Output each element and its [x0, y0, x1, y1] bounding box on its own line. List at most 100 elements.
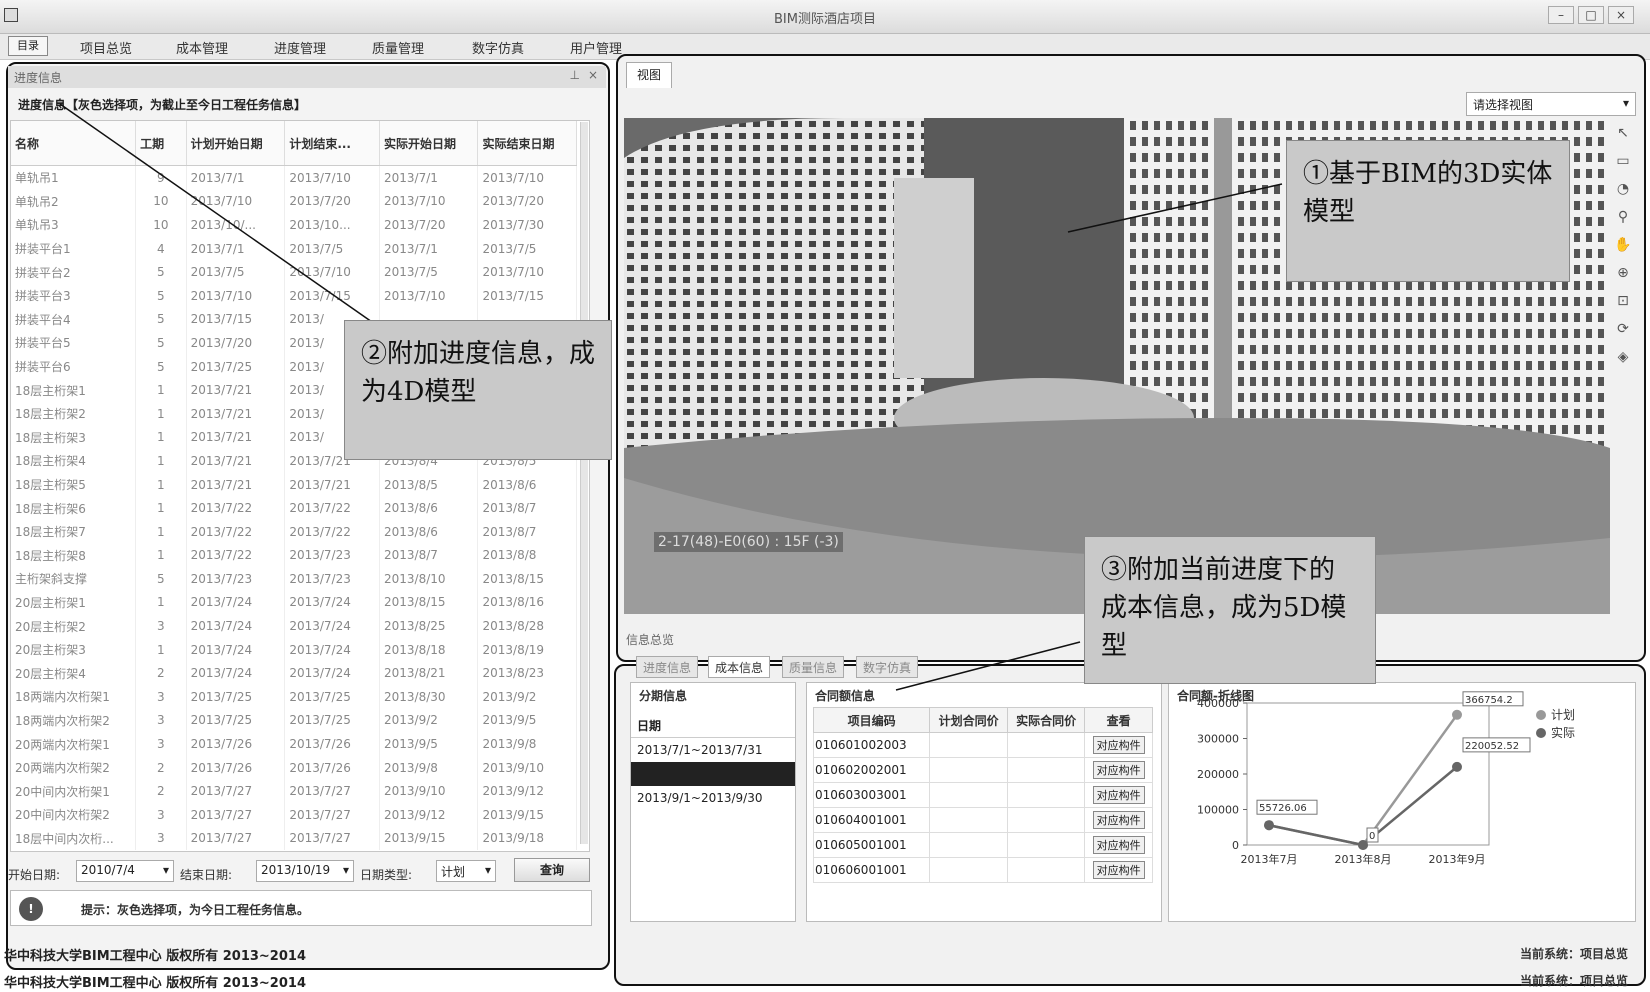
col-actual-end[interactable]: 实际结束日期 — [477, 121, 577, 166]
walk-icon[interactable]: ⚲ — [1612, 206, 1634, 228]
table-cell: 2013/7/10 — [186, 189, 286, 214]
zoom-window-icon[interactable]: ⊡ — [1612, 290, 1634, 312]
table-row[interactable]: 拼装平台1 4 2013/7/1 2013/7/5 2013/7/1 2013/7/5 — [11, 236, 577, 261]
table-cell: 2013/7/27 — [186, 803, 286, 827]
tab-schedule-info[interactable]: 进度信息 — [636, 656, 699, 678]
table-row[interactable]: 20中间内次桁架1 2 2013/7/27 2013/7/27 2013/9/10 201… — [11, 779, 577, 804]
view-components-button[interactable]: 对应构件 — [1092, 861, 1145, 879]
table-row[interactable]: 20层主桁架4 2 2013/7/24 2013/7/24 2013/8/21 2013/… — [11, 661, 577, 686]
contract-row[interactable]: 010601002003 对应构件 — [812, 732, 1153, 758]
view-components-button[interactable]: 对应构件 — [1092, 811, 1145, 829]
col-view[interactable]: 查看 — [1084, 707, 1153, 733]
section-icon[interactable]: ◈ — [1612, 346, 1634, 368]
pin-icon[interactable]: ⊥ — [570, 68, 580, 82]
table-cell: 2013/7/25 — [186, 354, 286, 379]
minimize-button[interactable]: – — [1548, 6, 1574, 24]
date-type-select[interactable]: 计划 ▾ — [436, 860, 496, 882]
contract-row[interactable]: 010604001001 对应构件 — [812, 807, 1153, 833]
col-item-code[interactable]: 项目编码 — [812, 707, 931, 733]
rotate-icon[interactable]: ⟳ — [1612, 318, 1634, 340]
select-arrow-icon[interactable]: ↖ — [1612, 122, 1634, 144]
view-select[interactable]: 请选择视图 ▾ — [1466, 92, 1636, 116]
zoom-in-icon[interactable]: ⊕ — [1612, 262, 1634, 284]
col-plan-price[interactable]: 计划合同价 — [929, 707, 1008, 733]
info-icon: ! — [19, 897, 43, 921]
table-row[interactable]: 18层主桁架8 1 2013/7/22 2013/7/23 2013/8/7 2013/8… — [11, 543, 577, 568]
view-components-button[interactable]: 对应构件 — [1092, 736, 1145, 754]
box-select-icon[interactable]: ▭ — [1612, 150, 1634, 172]
view-cell: 对应构件 — [1084, 732, 1153, 758]
view-components-button[interactable]: 对应构件 — [1092, 836, 1145, 854]
close-panel-icon[interactable]: × — [588, 68, 598, 82]
table-row[interactable]: 主桁架斜支撑 5 2013/7/23 2013/7/23 2013/8/10 2013/8… — [11, 567, 577, 591]
data-label: 55726.06 — [1259, 803, 1307, 814]
window-title: BIM测际酒店项目 — [774, 12, 876, 27]
data-point[interactable] — [1264, 820, 1274, 831]
table-cell: 2013/8/25 — [379, 614, 479, 638]
table-row[interactable]: 拼装平台2 5 2013/7/5 2013/7/10 2013/7/5 2013/7/10 — [11, 260, 577, 284]
menu-item-quality[interactable]: 质量管理 — [372, 38, 424, 57]
col-duration[interactable]: 工期 — [135, 121, 187, 166]
orbit-icon[interactable]: ◔ — [1612, 178, 1634, 200]
menu-item-users[interactable]: 用户管理 — [570, 38, 622, 57]
contract-row[interactable]: 010605001001 对应构件 — [812, 832, 1153, 858]
period-row[interactable]: 2013/7/1~2013/7/31 — [631, 738, 795, 763]
table-row[interactable]: 20中间内次桁架2 3 2013/7/27 2013/7/27 2013/9/12 201… — [11, 803, 577, 827]
maximize-button[interactable]: □ — [1578, 6, 1604, 24]
query-button[interactable]: 查询 — [514, 858, 590, 882]
table-row[interactable]: 20层主桁架2 3 2013/7/24 2013/7/24 2013/8/25 2013/… — [11, 614, 577, 638]
contract-row[interactable]: 010606001001 对应构件 — [812, 857, 1153, 883]
tab-simulation-info[interactable]: 数字仿真 — [856, 656, 919, 678]
col-name[interactable]: 名称 — [11, 121, 137, 166]
table-row[interactable]: 20两端内次桁架1 3 2013/7/26 2013/7/26 2013/9/5 2013… — [11, 732, 577, 756]
menu-home-button[interactable]: 目录 — [8, 36, 48, 56]
table-row[interactable]: 18层主桁架6 1 2013/7/22 2013/7/22 2013/8/6 2013/8… — [11, 496, 577, 520]
table-row[interactable]: 18层主桁架5 1 2013/7/21 2013/7/21 2013/8/5 2013/8… — [11, 472, 577, 497]
price-cell — [1006, 857, 1086, 883]
col-plan-end[interactable]: 计划结束... — [284, 121, 380, 166]
table-row[interactable]: 18两端内次桁架1 3 2013/7/25 2013/7/25 2013/8/30 201… — [11, 685, 577, 709]
table-cell: 2013/7/24 — [186, 614, 286, 638]
table-row[interactable]: 20层主桁架3 1 2013/7/24 2013/7/24 2013/8/18 2013/… — [11, 637, 577, 662]
col-plan-start[interactable]: 计划开始日期 — [186, 121, 286, 166]
table-row[interactable]: 18两端内次桁架2 3 2013/7/25 2013/7/25 2013/9/2 2013… — [11, 708, 577, 733]
menu-item-simulation[interactable]: 数字仿真 — [472, 38, 524, 57]
table-cell: 2013/7/27 — [284, 803, 380, 827]
view-components-button[interactable]: 对应构件 — [1092, 761, 1145, 779]
table-cell: 拼装平台5 — [11, 331, 137, 355]
data-point[interactable] — [1452, 709, 1462, 720]
table-cell: 2 — [135, 661, 187, 686]
table-row[interactable]: 20两端内次桁架2 2 2013/7/26 2013/7/26 2013/9/8 2013… — [11, 755, 577, 780]
menu-item-cost[interactable]: 成本管理 — [176, 38, 228, 57]
tab-view[interactable]: 视图 — [626, 62, 672, 88]
start-date-picker[interactable]: 2010/7/4 ▾ — [76, 860, 174, 882]
col-actual-price[interactable]: 实际合同价 — [1006, 707, 1086, 733]
table-row[interactable]: 18层中间内次桁... 3 2013/7/27 2013/7/27 2013/9/15 2… — [11, 826, 577, 851]
menu-item-overview[interactable]: 项目总览 — [80, 38, 132, 57]
view-components-button[interactable]: 对应构件 — [1092, 786, 1145, 804]
table-row[interactable]: 20层主桁架1 1 2013/7/24 2013/7/24 2013/8/15 2013/… — [11, 590, 577, 615]
tab-quality-info[interactable]: 质量信息 — [782, 656, 845, 678]
col-actual-start[interactable]: 实际开始日期 — [379, 121, 479, 166]
end-date-picker[interactable]: 2013/10/19 ▾ — [256, 860, 354, 882]
table-row[interactable]: 拼装平台3 5 2013/7/10 2013/7/15 2013/7/10 2013/7/… — [11, 283, 577, 308]
close-button[interactable]: × — [1608, 6, 1634, 24]
tab-cost-info[interactable]: 成本信息 — [708, 656, 771, 678]
table-row[interactable]: 18层主桁架7 1 2013/7/22 2013/7/22 2013/8/6 2013/8… — [11, 519, 577, 544]
period-row-selected[interactable] — [631, 762, 795, 786]
table-cell: 3 — [135, 614, 187, 638]
period-row[interactable]: 2013/9/1~2013/9/30 — [631, 786, 795, 810]
table-cell: 2013/7/21 — [186, 472, 286, 497]
table-row[interactable]: 单轨吊3 10 2013/10/... 2013/10... 2013/7/20 2013… — [11, 213, 577, 237]
contract-row[interactable]: 010602002001 对应构件 — [812, 757, 1153, 783]
contract-row[interactable]: 010603003001 对应构件 — [812, 782, 1153, 808]
grid-scrollbar[interactable] — [580, 122, 588, 844]
table-cell: 2013/7/23 — [284, 543, 380, 568]
menu-item-schedule[interactable]: 进度管理 — [274, 38, 326, 57]
status-text-bottom: 当前系统：项目总览 — [1520, 974, 1629, 988]
table-row[interactable]: 单轨吊1 9 2013/7/1 2013/7/10 2013/7/1 2013/7/10 — [11, 165, 577, 190]
data-point[interactable] — [1452, 761, 1462, 772]
table-cell: 18两端内次桁架2 — [11, 708, 137, 733]
pan-hand-icon[interactable]: ✋ — [1612, 234, 1634, 256]
table-row[interactable]: 单轨吊2 10 2013/7/10 2013/7/20 2013/7/10 2013/7/… — [11, 189, 577, 214]
